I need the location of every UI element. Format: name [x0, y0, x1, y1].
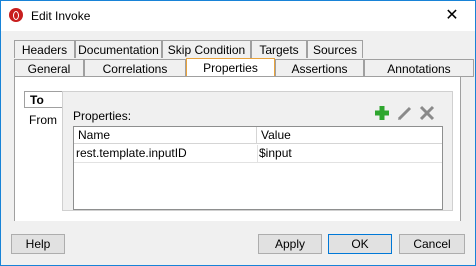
- tab-correlations[interactable]: Correlations: [84, 59, 186, 77]
- app-logo-icon: [9, 8, 23, 22]
- tab-general[interactable]: General: [14, 59, 84, 77]
- ok-button[interactable]: OK: [328, 234, 392, 254]
- close-button[interactable]: ✕: [429, 1, 475, 31]
- tab-skip-condition[interactable]: Skip Condition: [162, 40, 251, 58]
- column-header-value[interactable]: Value: [257, 127, 442, 144]
- tab-assertions[interactable]: Assertions: [275, 59, 364, 77]
- tab-sources[interactable]: Sources: [307, 40, 363, 58]
- add-icon[interactable]: [373, 104, 391, 122]
- properties-label: Properties:: [73, 109, 132, 123]
- side-tab-to[interactable]: To: [24, 91, 62, 108]
- properties-table[interactable]: Name Value rest.template.inputID $input: [73, 126, 443, 210]
- tab-documentation[interactable]: Documentation: [75, 40, 162, 58]
- window-title: Edit Invoke: [31, 9, 91, 23]
- tab-properties[interactable]: Properties: [186, 58, 275, 78]
- side-tab-from[interactable]: From: [29, 113, 57, 127]
- tab-targets[interactable]: Targets: [251, 40, 307, 58]
- cancel-button[interactable]: Cancel: [399, 234, 465, 254]
- apply-button[interactable]: Apply: [258, 234, 322, 254]
- tab-annotations[interactable]: Annotations: [364, 59, 474, 77]
- title-bar: Edit Invoke ✕: [1, 1, 475, 31]
- cell-name[interactable]: rest.template.inputID: [74, 145, 258, 162]
- help-button[interactable]: Help: [11, 234, 65, 254]
- edit-icon[interactable]: [396, 104, 414, 122]
- cell-value[interactable]: $input: [257, 145, 442, 162]
- tab-headers[interactable]: Headers: [14, 40, 75, 58]
- column-header-name[interactable]: Name: [74, 127, 257, 144]
- table-row[interactable]: rest.template.inputID $input: [74, 145, 442, 163]
- delete-icon[interactable]: [418, 104, 436, 122]
